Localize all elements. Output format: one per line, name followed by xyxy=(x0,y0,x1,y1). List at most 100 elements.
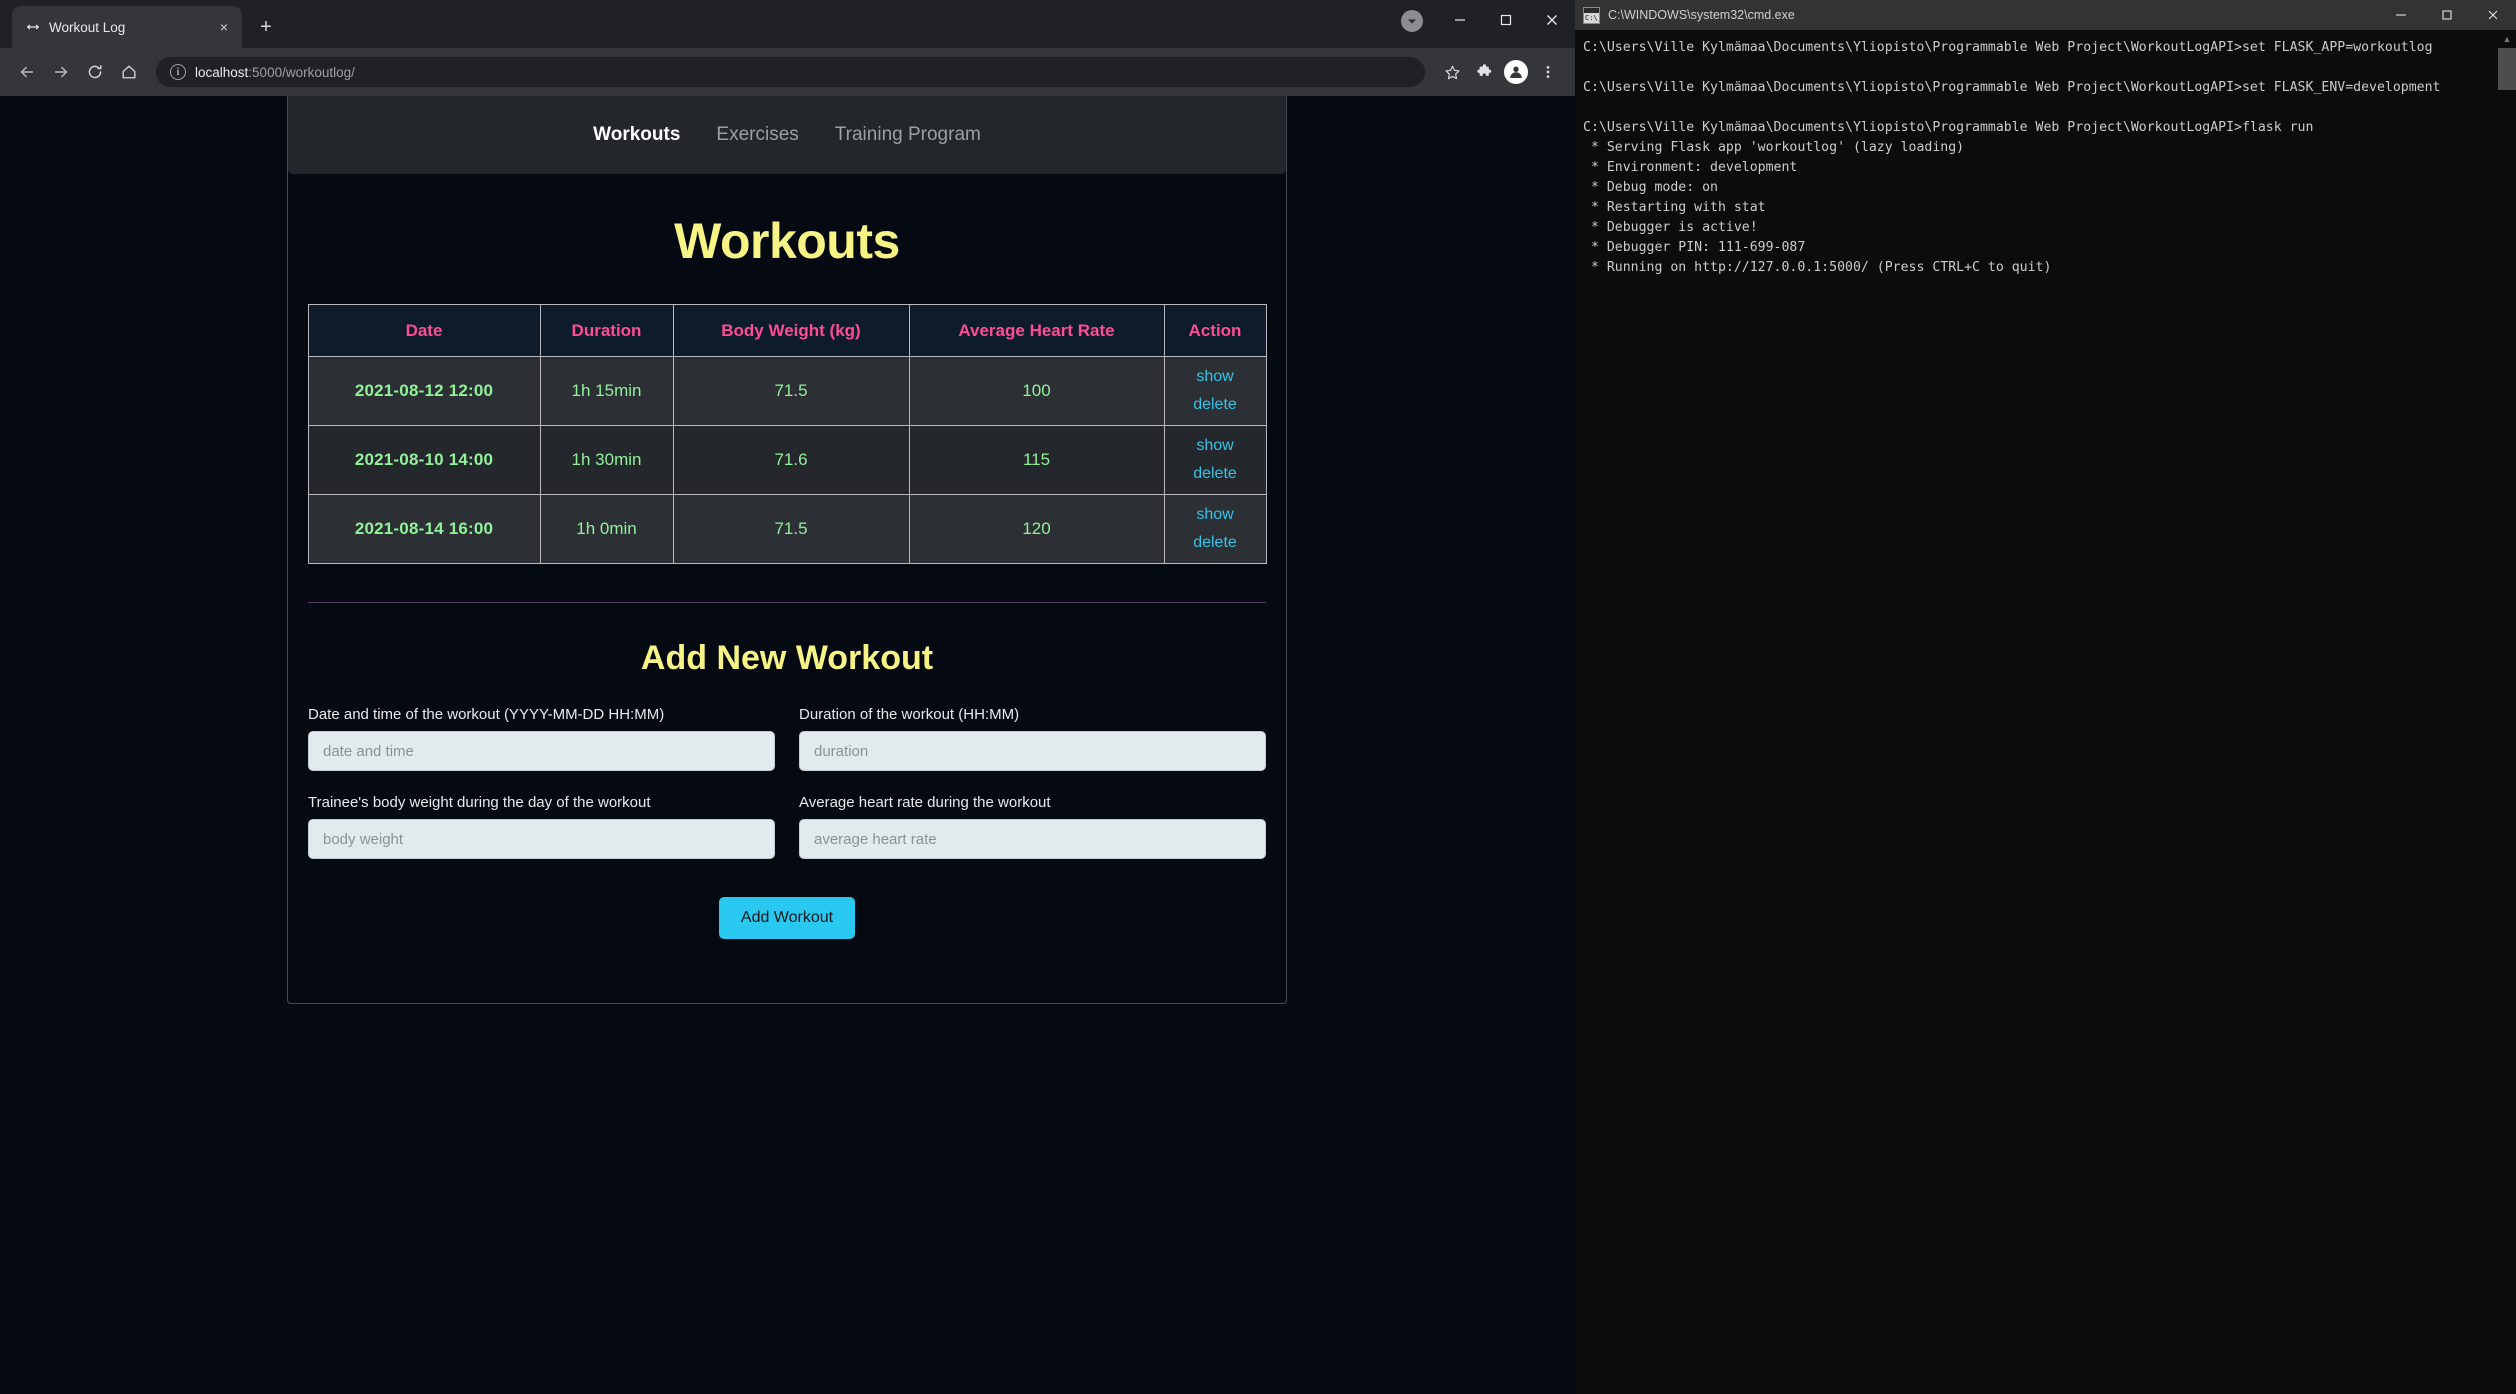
maximize-icon[interactable] xyxy=(1483,0,1529,40)
average-heart-rate-input[interactable] xyxy=(799,819,1266,859)
console-title: C:\WINDOWS\system32\cmd.exe xyxy=(1608,8,2378,22)
cell-action: show delete xyxy=(1164,495,1266,564)
browser-toolbar: i localhost:5000/workoutlog/ xyxy=(0,48,1575,96)
show-link[interactable]: show xyxy=(1165,432,1266,460)
close-icon[interactable] xyxy=(1529,0,1575,40)
console-line: * Restarting with stat xyxy=(1583,198,2516,218)
delete-link[interactable]: delete xyxy=(1165,391,1266,419)
puzzle-icon[interactable] xyxy=(1469,57,1499,87)
address-bar-url: localhost:5000/workoutlog/ xyxy=(195,65,355,80)
person-icon xyxy=(1504,60,1528,84)
scroll-up-icon[interactable]: ▲ xyxy=(2498,30,2516,48)
page-viewport: Workouts Exercises Training Program Work… xyxy=(0,96,1575,1394)
table-row: 2021-08-12 12:00 1h 15min 71.5 100 show … xyxy=(308,357,1266,426)
star-icon[interactable] xyxy=(1437,57,1467,87)
delete-link[interactable]: delete xyxy=(1165,460,1266,488)
profile-avatar[interactable] xyxy=(1501,57,1531,87)
submit-row: Add Workout xyxy=(288,897,1286,939)
field-group-duration: Duration of the workout (HH:MM) Average … xyxy=(799,706,1266,859)
console-line: * Debugger is active! xyxy=(1583,218,2516,238)
cell-average-heart-rate: 120 xyxy=(909,495,1164,564)
column-header-duration: Duration xyxy=(540,305,673,357)
console-line: * Serving Flask app 'workoutlog' (lazy l… xyxy=(1583,138,2516,158)
column-header-body-weight: Body Weight (kg) xyxy=(673,305,909,357)
browser-window: Workout Log × + xyxy=(0,0,1575,1394)
close-icon[interactable]: × xyxy=(214,17,234,37)
label-average-heart-rate: Average heart rate during the workout xyxy=(799,794,1266,811)
console-window-controls xyxy=(2378,0,2516,30)
nav-link-workouts[interactable]: Workouts xyxy=(575,124,698,146)
cell-body-weight: 71.5 xyxy=(673,495,909,564)
section-separator xyxy=(308,602,1266,603)
console-line: C:\Users\Ville Kylmämaa\Documents\Yliopi… xyxy=(1583,118,2516,138)
datetime-input[interactable] xyxy=(308,731,775,771)
browser-window-controls xyxy=(1437,0,1575,40)
table-header-row: Date Duration Body Weight (kg) Average H… xyxy=(308,305,1266,357)
column-header-action: Action xyxy=(1164,305,1266,357)
chevron-down-icon[interactable] xyxy=(1401,10,1423,32)
body-weight-input[interactable] xyxy=(308,819,775,859)
page-title: Workouts xyxy=(288,212,1286,270)
nav-link-exercises[interactable]: Exercises xyxy=(698,124,816,146)
duration-input[interactable] xyxy=(799,731,1266,771)
console-line: C:\Users\Ville Kylmämaa\Documents\Yliopi… xyxy=(1583,78,2516,98)
address-bar[interactable]: i localhost:5000/workoutlog/ xyxy=(156,57,1425,87)
back-icon[interactable] xyxy=(12,57,42,87)
browser-tab-title: Workout Log xyxy=(49,20,206,35)
cell-date: 2021-08-10 14:00 xyxy=(308,426,540,495)
close-icon[interactable] xyxy=(2470,0,2516,30)
cell-average-heart-rate: 115 xyxy=(909,426,1164,495)
cell-action: show delete xyxy=(1164,426,1266,495)
workouts-table: Date Duration Body Weight (kg) Average H… xyxy=(308,304,1267,564)
terminal-icon xyxy=(1583,7,1600,24)
table-row: 2021-08-10 14:00 1h 30min 71.6 115 show … xyxy=(308,426,1266,495)
show-link[interactable]: show xyxy=(1165,363,1266,391)
minimize-icon[interactable] xyxy=(1437,0,1483,40)
console-line xyxy=(1583,98,2516,118)
field-group-datetime: Date and time of the workout (YYYY-MM-DD… xyxy=(308,706,775,859)
cell-duration: 1h 30min xyxy=(540,426,673,495)
cell-average-heart-rate: 100 xyxy=(909,357,1164,426)
new-tab-button[interactable]: + xyxy=(252,13,280,41)
reload-icon[interactable] xyxy=(80,57,110,87)
table-body: 2021-08-12 12:00 1h 15min 71.5 100 show … xyxy=(308,357,1266,564)
console-line: * Environment: development xyxy=(1583,158,2516,178)
label-duration: Duration of the workout (HH:MM) xyxy=(799,706,1266,723)
site-navbar: Workouts Exercises Training Program xyxy=(288,96,1286,174)
table-row: 2021-08-14 16:00 1h 0min 71.5 120 show d… xyxy=(308,495,1266,564)
console-line xyxy=(1583,58,2516,78)
scrollbar-thumb[interactable] xyxy=(2498,48,2516,90)
add-workout-button[interactable]: Add Workout xyxy=(719,897,855,939)
maximize-icon[interactable] xyxy=(2424,0,2470,30)
minimize-icon[interactable] xyxy=(2378,0,2424,30)
console-line: * Debugger PIN: 111-699-087 xyxy=(1583,238,2516,258)
console-line: * Running on http://127.0.0.1:5000/ (Pre… xyxy=(1583,258,2516,278)
add-workout-form: Date and time of the workout (YYYY-MM-DD… xyxy=(308,706,1266,859)
console-window: C:\WINDOWS\system32\cmd.exe C:\Users\Vil… xyxy=(1575,0,2516,1394)
site-info-icon[interactable]: i xyxy=(170,64,186,80)
page-container: Workouts Exercises Training Program Work… xyxy=(287,96,1287,1004)
console-title-bar[interactable]: C:\WINDOWS\system32\cmd.exe xyxy=(1575,0,2516,30)
forward-icon[interactable] xyxy=(46,57,76,87)
screen: Workout Log × + xyxy=(0,0,2516,1394)
link-icon xyxy=(24,19,41,36)
cell-duration: 1h 15min xyxy=(540,357,673,426)
url-host: localhost xyxy=(195,65,248,80)
cell-body-weight: 71.6 xyxy=(673,426,909,495)
kebab-menu-icon[interactable] xyxy=(1533,57,1563,87)
cell-duration: 1h 0min xyxy=(540,495,673,564)
column-header-average-heart-rate: Average Heart Rate xyxy=(909,305,1164,357)
console-scrollbar[interactable]: ▲ xyxy=(2498,30,2516,1394)
home-icon[interactable] xyxy=(114,57,144,87)
console-line: C:\Users\Ville Kylmämaa\Documents\Yliopi… xyxy=(1583,38,2516,58)
nav-link-training-program[interactable]: Training Program xyxy=(817,124,999,146)
console-output[interactable]: C:\Users\Ville Kylmämaa\Documents\Yliopi… xyxy=(1575,30,2516,1394)
show-link[interactable]: show xyxy=(1165,501,1266,529)
cell-action: show delete xyxy=(1164,357,1266,426)
delete-link[interactable]: delete xyxy=(1165,529,1266,557)
cell-date: 2021-08-12 12:00 xyxy=(308,357,540,426)
toolbar-actions xyxy=(1437,57,1563,87)
browser-tab[interactable]: Workout Log × xyxy=(12,6,242,48)
browser-tab-strip: Workout Log × + xyxy=(0,0,1575,48)
label-datetime: Date and time of the workout (YYYY-MM-DD… xyxy=(308,706,775,723)
